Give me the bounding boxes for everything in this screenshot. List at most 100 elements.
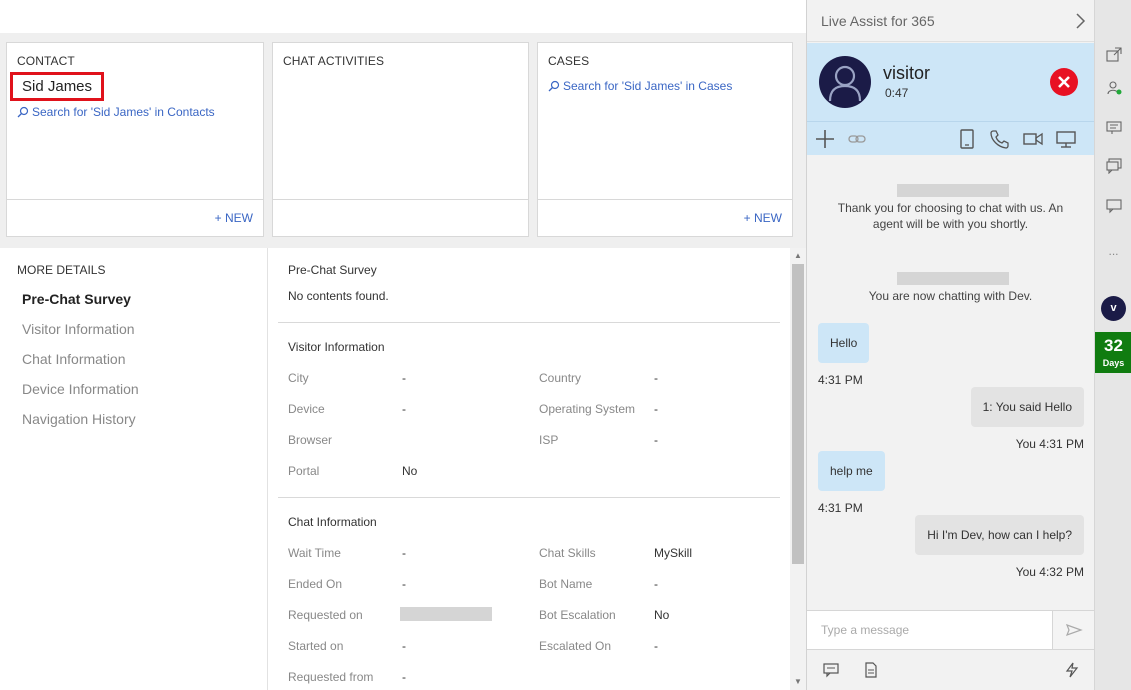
scroll-down-icon[interactable]: ▼ <box>793 677 803 687</box>
trial-days-badge[interactable]: 32 Days <box>1095 332 1131 373</box>
field-value: - <box>402 402 406 416</box>
pre-chat-empty-text: No contents found. <box>288 289 389 303</box>
chevron-right-icon[interactable] <box>1074 12 1086 30</box>
nav-item-navigation-history[interactable]: Navigation History <box>22 411 136 427</box>
contact-name[interactable]: Sid James <box>10 72 105 101</box>
message-composer <box>807 610 1094 650</box>
chat-toolbar <box>807 121 1094 155</box>
message-time: 4:31 PM <box>818 501 863 515</box>
field-value: - <box>654 577 658 591</box>
details-panel: Pre-Chat Survey No contents found. Visit… <box>268 248 790 690</box>
field-value: - <box>654 639 658 653</box>
search-contacts-label: Search for 'Sid James' in Contacts <box>32 105 215 119</box>
visitor-info-title: Visitor Information <box>288 340 385 354</box>
chat-info-title: Chat Information <box>288 515 377 529</box>
avatar <box>819 56 871 108</box>
field-value: - <box>402 670 406 684</box>
cases-card-title: CASES <box>548 54 590 68</box>
field-value: - <box>402 371 406 385</box>
more-details-nav: MORE DETAILS Pre-Chat Survey Visitor Inf… <box>0 248 267 690</box>
agent-status-icon[interactable] <box>1106 80 1122 96</box>
conversations-icon[interactable] <box>1106 158 1122 174</box>
new-contact-button[interactable]: + NEW <box>215 211 253 225</box>
crm-area: CONTACT Sid James Search for 'Sid James'… <box>0 0 806 690</box>
field-label: Bot Name <box>539 577 593 591</box>
video-icon[interactable] <box>1023 129 1043 149</box>
field-label: ISP <box>539 433 559 447</box>
comment-icon[interactable] <box>823 662 839 678</box>
popout-icon[interactable] <box>1106 47 1122 63</box>
message-input[interactable] <box>808 611 1051 649</box>
live-assist-panel: Live Assist for 365 visitor 0:47 Thank y… <box>806 0 1094 690</box>
link-icon[interactable] <box>847 129 867 149</box>
visitor-message: Hello <box>818 323 870 363</box>
field-label: Requested on <box>288 608 363 622</box>
field-label: Wait Time <box>288 546 341 560</box>
summary-cards: CONTACT Sid James Search for 'Sid James'… <box>0 33 806 248</box>
chat-activities-title: CHAT ACTIVITIES <box>283 54 385 68</box>
scrollbar-thumb[interactable] <box>792 264 804 564</box>
field-value: No <box>402 464 418 478</box>
search-cases-link[interactable]: Search for 'Sid James' in Cases <box>548 79 732 93</box>
visitor-badge[interactable]: v <box>1101 296 1126 321</box>
phone-icon[interactable] <box>989 129 1009 149</box>
nav-item-visitor-information[interactable]: Visitor Information <box>22 321 135 337</box>
search-icon <box>17 106 29 118</box>
agent-message: Hi I'm Dev, how can I help? <box>915 515 1084 555</box>
section-divider <box>278 497 780 498</box>
field-value: - <box>402 577 406 591</box>
plus-icon[interactable] <box>815 129 835 149</box>
more-options-icon[interactable]: ... <box>1095 244 1131 258</box>
message-time: You 4:31 PM <box>1015 437 1084 451</box>
contact-card-footer: + NEW <box>7 199 263 236</box>
chat-duration: 0:47 <box>885 86 909 100</box>
note-icon[interactable] <box>863 662 879 678</box>
redacted-sender <box>897 184 1009 197</box>
chat-transcript: Thank you for choosing to chat with us. … <box>807 155 1094 610</box>
panel-title: Live Assist for 365 <box>821 13 935 29</box>
field-value: - <box>654 402 658 416</box>
redacted-sender <box>897 272 1009 285</box>
pre-chat-survey-title: Pre-Chat Survey <box>288 263 377 277</box>
chat-queue-icon[interactable] <box>1106 120 1122 136</box>
new-case-button[interactable]: + NEW <box>744 211 782 225</box>
field-value: - <box>402 546 406 560</box>
field-value: - <box>402 639 406 653</box>
side-rail: ... v 32 Days <box>1094 0 1131 690</box>
redacted-value <box>400 607 492 621</box>
nav-item-pre-chat-survey[interactable]: Pre-Chat Survey <box>22 291 131 307</box>
send-button[interactable] <box>1052 611 1094 649</box>
nav-item-chat-information[interactable]: Chat Information <box>22 351 126 367</box>
field-label: Country <box>539 371 582 385</box>
search-cases-label: Search for 'Sid James' in Cases <box>563 79 733 93</box>
visitor-name: visitor <box>883 63 931 83</box>
search-contacts-link[interactable]: Search for 'Sid James' in Contacts <box>17 105 215 119</box>
field-label: Chat Skills <box>539 546 596 560</box>
system-message: Thank you for choosing to chat with us. … <box>837 201 1064 231</box>
contact-card: CONTACT Sid James Search for 'Sid James'… <box>6 42 264 237</box>
field-value: - <box>654 433 658 447</box>
field-label: Ended On <box>288 577 343 591</box>
message-time: 4:31 PM <box>818 373 863 387</box>
message-time: You 4:32 PM <box>1015 565 1084 579</box>
field-value: - <box>654 371 658 385</box>
message-icon[interactable] <box>1106 198 1122 214</box>
nav-item-device-information[interactable]: Device Information <box>22 381 139 397</box>
mobile-icon[interactable] <box>957 129 977 149</box>
contact-card-title: CONTACT <box>17 54 75 68</box>
scroll-up-icon[interactable]: ▲ <box>793 251 803 261</box>
visitor-card: visitor 0:47 <box>807 43 1094 121</box>
lightning-icon[interactable] <box>1064 662 1080 678</box>
close-icon <box>1058 76 1070 88</box>
chat-activities-card: CHAT ACTIVITIES <box>272 42 529 237</box>
field-label: Bot Escalation <box>539 608 616 622</box>
field-value: No <box>654 608 670 622</box>
chat-activities-footer <box>273 199 528 236</box>
cases-card-footer: + NEW <box>538 199 792 236</box>
field-label: Started on <box>288 639 344 653</box>
search-icon <box>548 80 560 92</box>
cases-card: CASES Search for 'Sid James' in Cases + … <box>537 42 793 237</box>
end-chat-button[interactable] <box>1050 68 1078 96</box>
field-label: Escalated On <box>539 639 612 653</box>
screen-share-icon[interactable] <box>1056 129 1076 149</box>
